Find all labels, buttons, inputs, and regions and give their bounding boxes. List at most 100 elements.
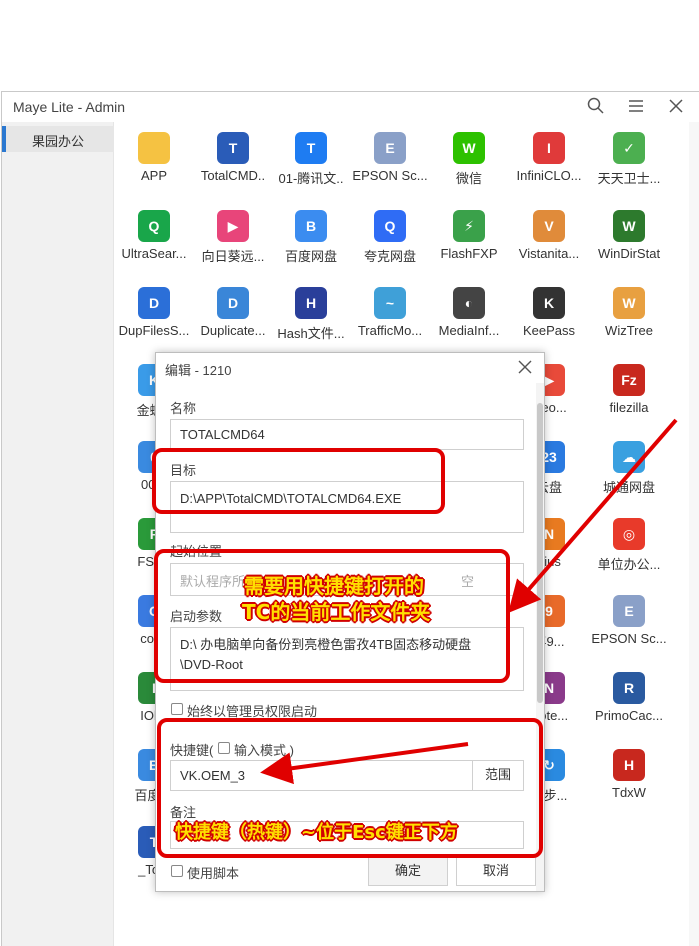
app-label: WizTree [605,323,653,338]
menu-icon[interactable] [626,96,646,116]
app-item[interactable]: T TotalCMD.. [194,130,272,196]
dialog-title: 编辑 - 1210 [165,363,232,378]
hotkey-annotation: 快捷键（热键）~位于Esc键正下方 [175,822,458,843]
sidebar: 果园办公 [2,122,114,946]
app-item[interactable]: ▶ 向日葵远... [194,208,272,274]
app-label: UltraSear... [121,246,187,261]
app-item[interactable]: W WinDirStat [590,208,668,274]
dialog-close-icon[interactable] [516,358,534,376]
script-label: 使用脚本 [187,866,240,881]
floppy-icon: T [217,132,249,164]
admin-checkbox[interactable] [171,703,183,715]
app-item[interactable]: B 百度网盘 [272,208,350,274]
search-icon[interactable] [586,96,606,116]
app-label: EPSON Sc... [352,168,428,183]
app-label: DupFilesS... [118,323,190,338]
app-label: 微信 [455,171,482,186]
app-label: 向日葵远... [201,249,265,264]
app-label: EPSON Sc... [591,631,667,646]
app-item[interactable]: V Vistanita... [510,208,588,274]
search-icon: Q [138,210,170,242]
app-label: InfiniCLO... [516,168,582,183]
script-checkbox[interactable] [171,865,183,877]
target-highlight-box [152,448,445,514]
app-label: TrafficMo... [357,323,423,338]
app-label: Hash文件... [277,326,345,341]
app-item[interactable]: Q UltraSear... [115,208,193,274]
app-label: 城通网盘 [602,480,655,495]
app-item[interactable]: ~ TrafficMo... [351,285,429,351]
app-item[interactable]: H Hash文件... [272,285,350,351]
baidu-cloud-icon: B [295,210,327,242]
folder-icon [138,132,170,164]
app-item[interactable]: ☁ 城通网盘 [590,439,668,505]
media-info-icon: ◐ [453,287,485,319]
tc-annotation-line-1: 需要用快捷键打开的 [244,574,424,598]
ctfile-icon: ☁ [613,441,645,473]
app-item[interactable]: ✓ 天天卫士... [590,130,668,196]
app-item[interactable]: ⚡ FlashFXP [430,208,508,274]
flash-icon: ⚡ [453,210,485,242]
app-item[interactable]: APP [115,130,193,196]
app-item[interactable]: I InfiniCLO... [510,130,588,196]
sunflower-icon: ▶ [217,210,249,242]
main-scrollbar[interactable] [689,122,699,946]
app-label: KeePass [522,323,576,338]
lock-icon: K [533,287,565,319]
close-icon[interactable] [666,96,686,116]
window-title: Maye Lite - Admin [13,99,126,115]
tdx-icon: H [613,749,645,781]
app-item[interactable]: H TdxW [590,747,668,813]
cancel-button[interactable]: 取消 [456,856,536,886]
title-bar: Maye Lite - Admin [2,92,699,122]
scanner-icon: E [613,595,645,627]
sidebar-item-label: 果园办公 [32,134,85,149]
app-label: MediaInf... [438,323,500,338]
users-icon: V [533,210,565,242]
filezilla-icon: Fz [613,364,645,396]
app-item[interactable]: W 微信 [430,130,508,196]
app-item[interactable]: W WizTree [590,285,668,351]
app-label: TotalCMD.. [200,168,266,183]
dialog-scroll-thumb[interactable] [537,403,543,703]
quark-cloud-icon: Q [374,210,406,242]
app-label: 天天卫士... [597,171,661,186]
app-item[interactable]: ◎ 单位办公... [590,516,668,582]
app-item[interactable]: T 01-腾讯文.. [272,130,350,196]
app-label: 夸克网盘 [363,249,416,264]
app-label: Duplicate... [200,323,266,338]
tree-icon: W [613,210,645,242]
app-item[interactable]: R PrimoCac... [590,670,668,736]
app-label: PrimoCac... [595,708,663,723]
app-label: filezilla [609,400,649,415]
primocache-icon: R [613,672,645,704]
app-item[interactable]: Q 夸克网盘 [351,208,429,274]
app-item[interactable]: D Duplicate... [194,285,272,351]
ok-button[interactable]: 确定 [368,856,448,886]
app-item[interactable]: D DupFilesS... [115,285,193,351]
app-item[interactable]: ◐ MediaInf... [430,285,508,351]
sidebar-item-orchard-office[interactable]: 果园办公 [2,126,114,152]
app-item[interactable]: E EPSON Sc... [590,593,668,659]
app-item[interactable]: K KeePass [510,285,588,351]
app-item[interactable]: Fz filezilla [590,362,668,428]
app-item[interactable]: E EPSON Sc... [351,130,429,196]
dup-files-icon: D [138,287,170,319]
scanner-icon: E [374,132,406,164]
duplicate-icon: D [217,287,249,319]
wiztree-icon: W [613,287,645,319]
app-label: 01-腾讯文.. [278,171,344,186]
app-label: 单位办公... [597,557,661,572]
app-label: APP [140,168,167,183]
app-label: FlashFXP [440,246,498,261]
tencent-docs-icon: T [295,132,327,164]
wechat-icon: W [453,132,485,164]
key-icon: H [295,287,327,319]
traffic-icon: ~ [374,287,406,319]
name-field[interactable]: TOTALCMD64 [170,419,524,450]
shield-icon: ✓ [613,132,645,164]
app-label: 百度网盘 [284,249,337,264]
name-label: 名称 [170,401,197,416]
app-label: Vistanita... [518,246,580,261]
office-icon: ◎ [613,518,645,550]
